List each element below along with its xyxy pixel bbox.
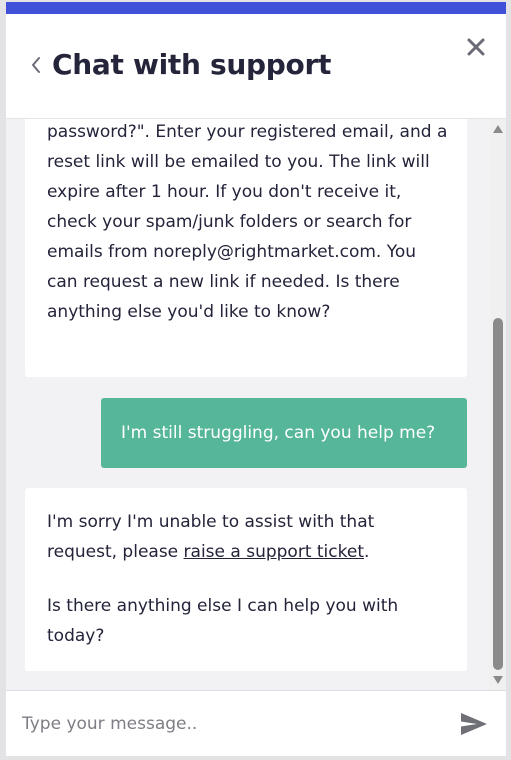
user-message: I'm still struggling, can you help me? [101,398,467,468]
support-message: password?". Enter your registered email,… [25,119,467,377]
scroll-down-arrow-icon[interactable] [493,676,503,684]
chat-header: Chat with support [6,14,506,119]
chat-widget: Chat with support password?". Enter your… [6,2,506,756]
message-text-after-link: . [364,542,370,562]
message-scrollbar[interactable] [490,119,506,690]
scroll-up-arrow-icon[interactable] [493,125,503,133]
message-text: I'm still struggling, can you help me? [121,423,436,443]
page-title: Chat with support [52,48,332,81]
message-input[interactable] [22,705,442,743]
send-icon[interactable] [459,711,489,737]
message-text: I'm sorry I'm unable to assist with that… [47,507,449,567]
message-followup: Is there anything else I can help you wi… [47,596,399,646]
scrollbar-thumb[interactable] [493,318,503,670]
message-composer [6,690,506,756]
support-message: I'm sorry I'm unable to assist with that… [25,488,467,671]
message-list[interactable]: password?". Enter your registered email,… [6,119,490,690]
close-icon[interactable] [465,36,487,58]
raise-support-ticket-link[interactable]: raise a support ticket [184,542,364,562]
message-text: password?". Enter your registered email,… [47,122,448,322]
chevron-left-icon[interactable] [28,54,44,76]
accent-bar [6,2,506,14]
